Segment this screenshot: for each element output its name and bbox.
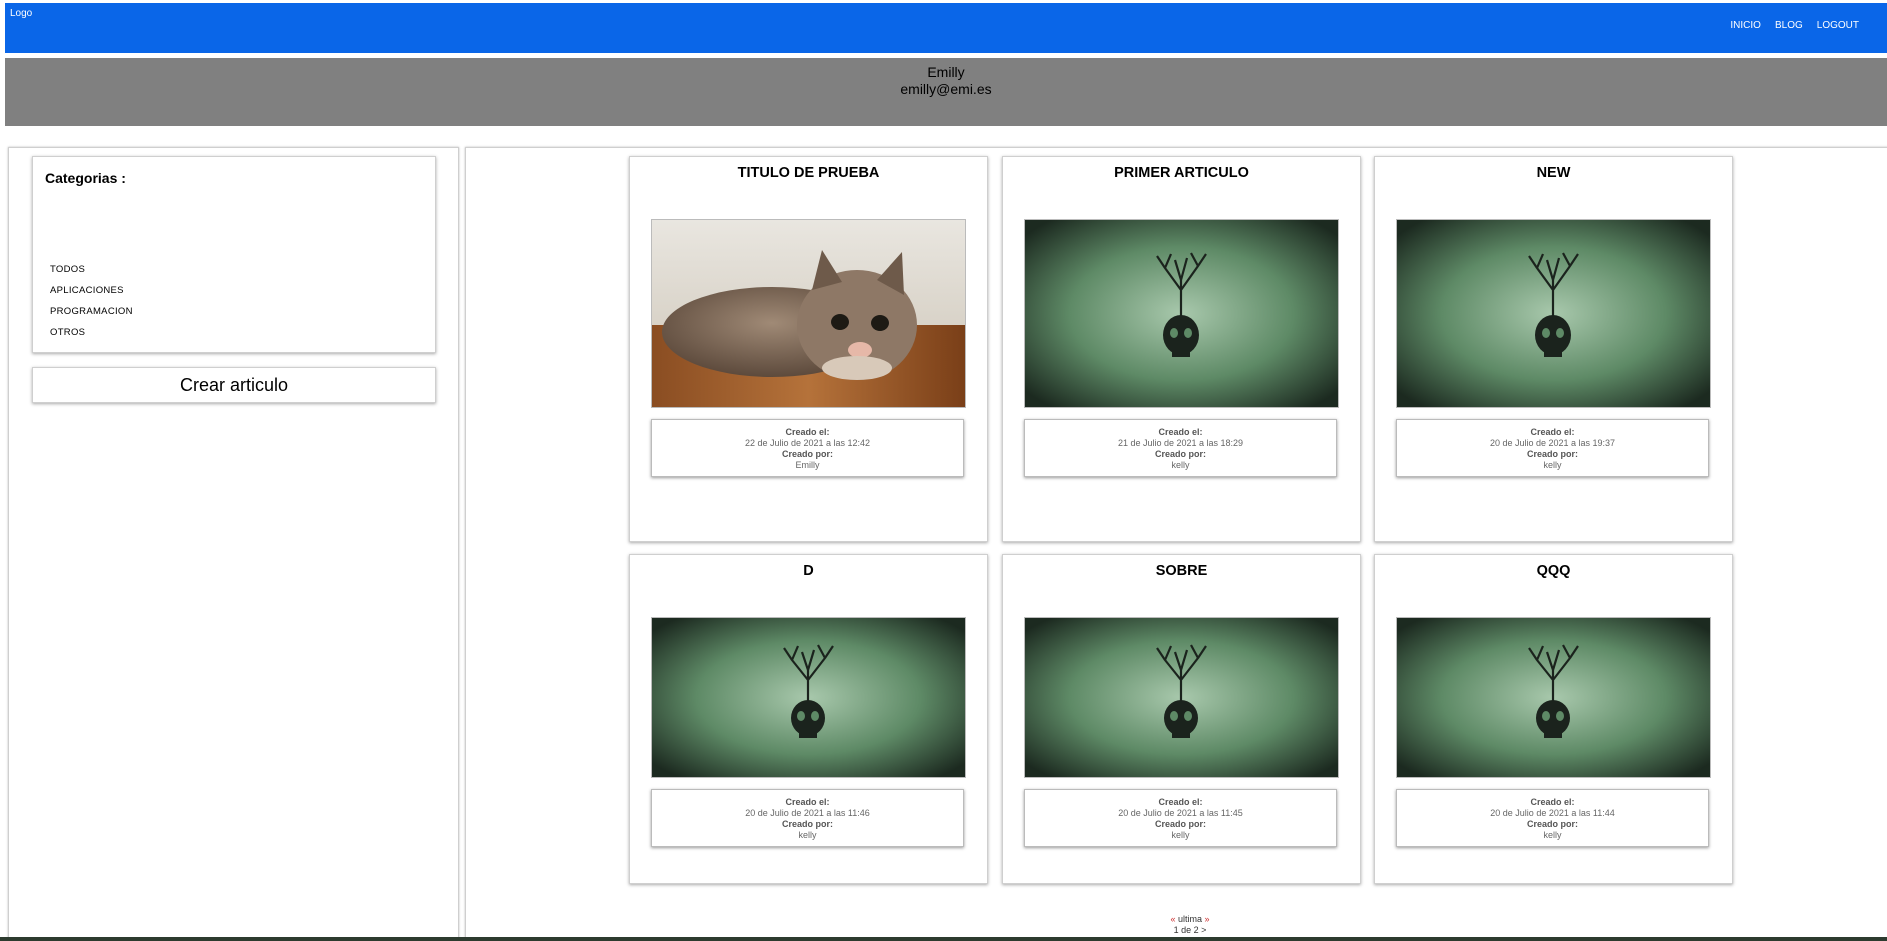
author-label: Creado por: bbox=[781, 819, 833, 829]
created-date: 22 de Julio de 2021 a las 12:42 bbox=[744, 438, 871, 448]
categories-panel: Categorias : TODOS APLICACIONES PROGRAMA… bbox=[32, 156, 436, 353]
article-image[interactable] bbox=[1396, 219, 1711, 408]
article-image[interactable] bbox=[1396, 617, 1711, 778]
article-card[interactable]: QQQ Creado el: 20 de Julio de 2021 a las… bbox=[1374, 554, 1733, 884]
created-date: 20 de Julio de 2021 a las 11:46 bbox=[745, 808, 870, 818]
main-nav: INICIO BLOG LOGOUT bbox=[1730, 20, 1859, 31]
created-date: 21 de Julio de 2021 a las 18:29 bbox=[1117, 438, 1244, 448]
nav-logout[interactable]: LOGOUT bbox=[1817, 20, 1859, 31]
author-name: kelly bbox=[1171, 830, 1190, 840]
article-title[interactable]: D bbox=[630, 563, 987, 579]
article-meta: Creado el: 21 de Julio de 2021 a las 18:… bbox=[1024, 419, 1337, 477]
article-meta: Creado el: 20 de Julio de 2021 a las 19:… bbox=[1396, 419, 1709, 477]
article-title[interactable]: TITULO DE PRUEBA bbox=[630, 165, 987, 181]
created-label: Creado el: bbox=[1158, 427, 1203, 437]
article-title[interactable]: NEW bbox=[1375, 165, 1732, 181]
article-meta: Creado el: 20 de Julio de 2021 a las 11:… bbox=[1396, 789, 1709, 847]
pagination-next[interactable]: » bbox=[1205, 914, 1210, 924]
user-email: emilly@emi.es bbox=[900, 81, 992, 97]
author-label: Creado por: bbox=[1154, 819, 1206, 829]
cat-photo-icon bbox=[652, 220, 965, 407]
logo[interactable]: Logo bbox=[10, 8, 32, 19]
article-title[interactable]: SOBRE bbox=[1003, 563, 1360, 579]
article-image[interactable] bbox=[651, 617, 966, 778]
category-programacion[interactable]: PROGRAMACION bbox=[50, 301, 133, 322]
created-label: Creado el: bbox=[785, 797, 830, 807]
created-label: Creado el: bbox=[1158, 797, 1203, 807]
pagination-prev[interactable]: « bbox=[1170, 914, 1175, 924]
sidebar: Categorias : TODOS APLICACIONES PROGRAMA… bbox=[8, 147, 459, 939]
nav-inicio[interactable]: INICIO bbox=[1730, 20, 1761, 31]
skull-tree-icon bbox=[1025, 220, 1338, 407]
author-label: Creado por: bbox=[1154, 449, 1206, 459]
article-card[interactable]: PRIMER ARTICULO Creado el: 21 de Julio d… bbox=[1002, 156, 1361, 542]
category-otros[interactable]: OTROS bbox=[50, 322, 133, 343]
pagination-last[interactable]: ultima bbox=[1178, 914, 1202, 924]
skull-tree-icon bbox=[652, 618, 965, 777]
pagination: « ultima » 1 de 2 > bbox=[1150, 914, 1230, 936]
article-card[interactable]: NEW Creado el: 20 de Julio de 2021 a las… bbox=[1374, 156, 1733, 542]
created-label: Creado el: bbox=[785, 427, 830, 437]
article-image[interactable] bbox=[651, 219, 966, 408]
create-article-button[interactable]: Crear articulo bbox=[32, 367, 436, 403]
created-label: Creado el: bbox=[1530, 797, 1575, 807]
created-date: 20 de Julio de 2021 a las 11:44 bbox=[1490, 808, 1615, 818]
author-label: Creado por: bbox=[781, 449, 833, 459]
article-image[interactable] bbox=[1024, 617, 1339, 778]
author-name: kelly bbox=[798, 830, 817, 840]
page-info: 1 de 2 bbox=[1173, 925, 1199, 935]
user-name: Emilly bbox=[927, 64, 965, 80]
author-label: Creado por: bbox=[1526, 819, 1578, 829]
created-label: Creado el: bbox=[1530, 427, 1575, 437]
next-page-arrow[interactable]: > bbox=[1201, 925, 1206, 935]
author-name: Emilly bbox=[795, 460, 820, 470]
category-todos[interactable]: TODOS bbox=[50, 259, 133, 280]
article-title[interactable]: PRIMER ARTICULO bbox=[1003, 165, 1360, 181]
categories-title: Categorias : bbox=[45, 170, 126, 186]
article-meta: Creado el: 20 de Julio de 2021 a las 11:… bbox=[1024, 789, 1337, 847]
article-card[interactable]: SOBRE Creado el: 20 de Julio de 2021 a l… bbox=[1002, 554, 1361, 884]
article-card[interactable]: TITULO DE PRUEBA Creado el: 22 de Julio … bbox=[629, 156, 988, 542]
article-title[interactable]: QQQ bbox=[1375, 563, 1732, 579]
nav-blog[interactable]: BLOG bbox=[1775, 20, 1803, 31]
articles-area: TITULO DE PRUEBA Creado el: 22 de Julio … bbox=[465, 147, 1887, 938]
category-aplicaciones[interactable]: APLICACIONES bbox=[50, 280, 133, 301]
skull-tree-icon bbox=[1025, 618, 1338, 777]
author-label: Creado por: bbox=[1526, 449, 1578, 459]
user-profile-band: Emilly emilly@emi.es bbox=[5, 58, 1887, 126]
author-name: kelly bbox=[1543, 830, 1562, 840]
top-navbar: Logo INICIO BLOG LOGOUT bbox=[5, 3, 1887, 53]
categories-list: TODOS APLICACIONES PROGRAMACION OTROS bbox=[50, 259, 133, 343]
created-date: 20 de Julio de 2021 a las 19:37 bbox=[1489, 438, 1616, 448]
skull-tree-icon bbox=[1397, 220, 1710, 407]
article-card[interactable]: D Creado el: 20 de Julio de 2021 a las 1… bbox=[629, 554, 988, 884]
article-image[interactable] bbox=[1024, 219, 1339, 408]
article-meta: Creado el: 20 de Julio de 2021 a las 11:… bbox=[651, 789, 964, 847]
skull-tree-icon bbox=[1397, 618, 1710, 777]
author-name: kelly bbox=[1171, 460, 1190, 470]
bottom-strip bbox=[0, 937, 1887, 941]
author-name: kelly bbox=[1543, 460, 1562, 470]
created-date: 20 de Julio de 2021 a las 11:45 bbox=[1118, 808, 1243, 818]
article-meta: Creado el: 22 de Julio de 2021 a las 12:… bbox=[651, 419, 964, 477]
